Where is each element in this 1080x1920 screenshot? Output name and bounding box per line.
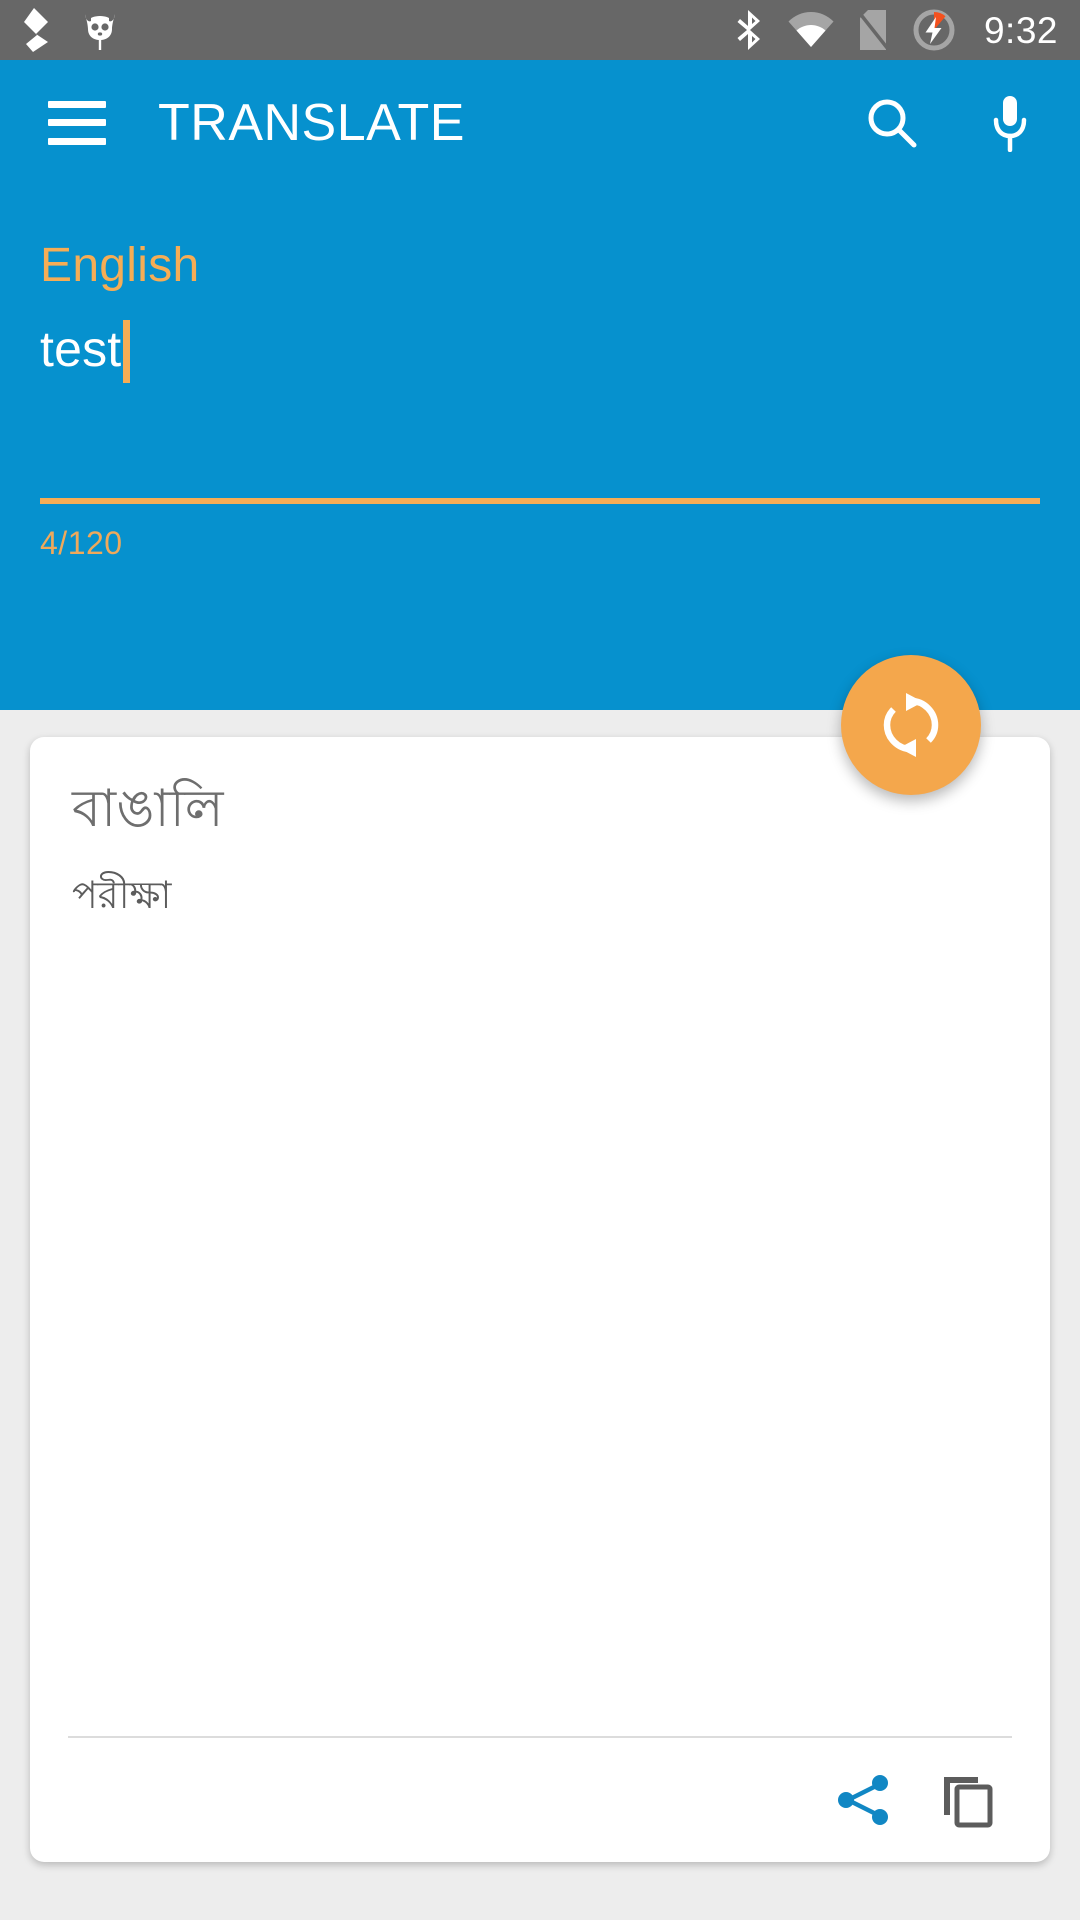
wifi-icon: [788, 12, 834, 47]
hamburger-menu-icon[interactable]: [48, 100, 106, 145]
status-bar-right-icons: 9:32: [734, 7, 1058, 53]
swap-languages-button[interactable]: [841, 655, 981, 795]
hamburger-line: [48, 100, 106, 108]
app-bar-actions: [864, 94, 1032, 152]
no-sim-icon: [856, 9, 890, 51]
cyanogenmod-cid-icon: [85, 14, 115, 50]
source-input-underline: [40, 498, 1040, 504]
swap-refresh-icon: [883, 693, 939, 757]
source-text-input[interactable]: test: [40, 319, 1040, 397]
source-language-label[interactable]: English: [40, 239, 1040, 293]
source-input-panel: English test 4/120: [0, 185, 1080, 710]
text-cursor: [123, 319, 131, 383]
translate-app-screen: 9:32 TRANSLATE English test 4/120 বাঙালি…: [0, 0, 1080, 1920]
translation-result-body: বাঙালি পরীক্ষা: [30, 737, 1050, 1736]
status-bar-left-icons: [22, 8, 122, 52]
status-clock: 9:32: [983, 9, 1058, 51]
result-action-bar: [30, 1738, 1050, 1862]
microphone-icon[interactable]: [988, 94, 1032, 152]
target-language-label[interactable]: বাঙালি: [72, 777, 1008, 842]
share-icon[interactable]: [836, 1772, 892, 1828]
character-counter: 4/120: [40, 525, 123, 561]
hamburger-line: [48, 119, 106, 126]
bluetooth-icon: [737, 10, 760, 50]
app-bar: TRANSLATE: [0, 60, 1080, 185]
translated-text: পরীক্ষা: [72, 875, 172, 917]
copy-icon[interactable]: [938, 1771, 996, 1829]
search-icon[interactable]: [864, 95, 920, 151]
hamburger-line: [48, 137, 106, 145]
cyanogen-k-icon: [24, 8, 48, 52]
translation-result-card: বাঙালি পরীক্ষা: [30, 737, 1050, 1862]
battery-charging-icon: [913, 9, 955, 51]
source-text-value: test: [40, 320, 122, 377]
page-title: TRANSLATE: [158, 93, 465, 152]
status-bar: 9:32: [0, 0, 1080, 60]
